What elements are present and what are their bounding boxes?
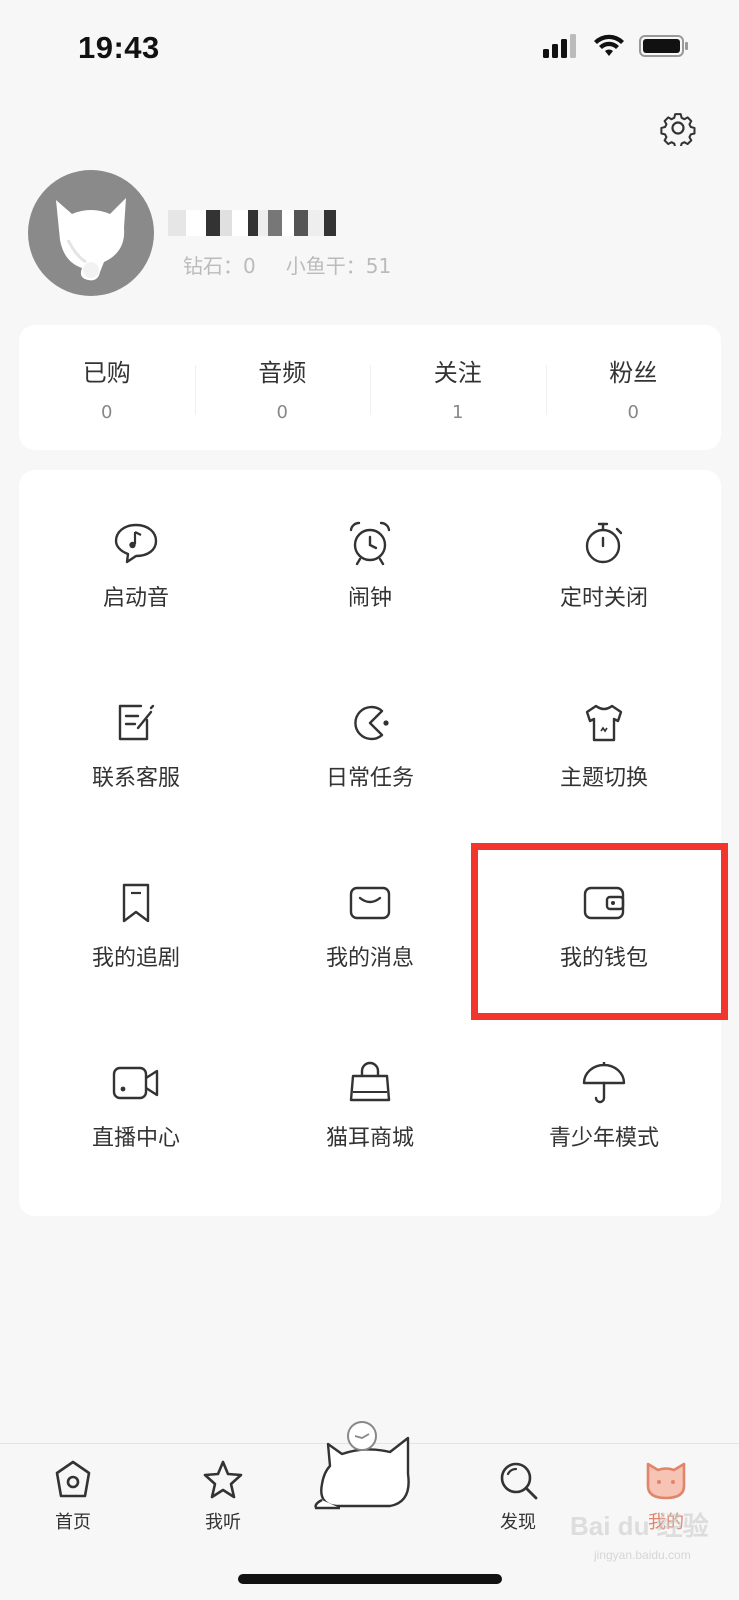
tab-label: 首页 xyxy=(55,1512,91,1533)
umbrella-icon xyxy=(582,1062,626,1104)
count-purchased[interactable]: 已购 0 xyxy=(19,353,195,423)
diamonds-count: 钻石：0 xyxy=(183,254,256,278)
pacman-icon xyxy=(354,705,389,741)
menu-label: 日常任务 xyxy=(325,766,414,791)
tab-label: 我听 xyxy=(205,1512,241,1533)
watermark: Bai du 经验 xyxy=(570,1511,709,1541)
gear-icon xyxy=(660,113,696,149)
edit-note-icon xyxy=(118,704,155,741)
count-value: 0 xyxy=(276,401,288,423)
wifi-icon xyxy=(594,34,624,56)
count-value: 0 xyxy=(627,401,639,423)
menu-item-teen-mode[interactable]: 青少年模式 xyxy=(487,1010,721,1190)
username-redacted xyxy=(168,210,336,236)
video-camera-icon xyxy=(112,1066,159,1100)
count-value: 0 xyxy=(101,401,113,423)
profile-header[interactable]: 钻石：0 小鱼干：51 xyxy=(28,170,728,300)
menu-label: 我的消息 xyxy=(325,946,414,971)
profile-stats: 钻石：0 小鱼干：51 xyxy=(183,250,391,279)
signal-icon xyxy=(543,34,576,58)
count-audio[interactable]: 音频 0 xyxy=(194,353,371,423)
shopping-bag-icon xyxy=(349,1061,391,1102)
status-icons xyxy=(543,34,689,58)
count-label: 关注 xyxy=(433,358,482,387)
tab-discover[interactable]: 发现 xyxy=(463,1458,573,1534)
menu-item-live-center[interactable]: 直播中心 xyxy=(19,1010,253,1190)
menu-item-my-series[interactable]: 我的追剧 xyxy=(19,830,253,1010)
avatar[interactable] xyxy=(28,170,154,296)
bookmark-icon xyxy=(122,883,150,923)
tab-home[interactable]: 首页 xyxy=(18,1458,128,1534)
home-icon xyxy=(55,1460,91,1498)
cat-avatar-icon xyxy=(56,198,126,281)
fish-count: 小鱼干：51 xyxy=(285,254,392,278)
cat-face-icon xyxy=(646,1462,686,1500)
count-following[interactable]: 关注 1 xyxy=(370,353,546,423)
sleeping-cat-icon xyxy=(314,1421,410,1510)
menu-label: 猫耳商城 xyxy=(325,1126,414,1151)
speech-bubble-music-icon xyxy=(114,523,158,564)
watermark-url: jingyan.baidu.com xyxy=(594,1548,691,1562)
count-label: 粉丝 xyxy=(609,358,658,387)
menu-item-my-messages[interactable]: 我的消息 xyxy=(253,830,487,1010)
search-icon xyxy=(500,1462,538,1500)
stopwatch-icon xyxy=(585,522,623,564)
status-time: 19:43 xyxy=(78,30,160,65)
menu-label: 启动音 xyxy=(102,586,169,611)
menu-item-startup-sound[interactable]: 启动音 xyxy=(19,470,253,650)
count-value: 1 xyxy=(452,401,464,423)
count-fans[interactable]: 粉丝 0 xyxy=(545,353,722,423)
menu-item-theme-switch[interactable]: 主题切换 xyxy=(487,650,721,830)
center-cat-button[interactable] xyxy=(310,1418,426,1514)
menu-label: 主题切换 xyxy=(559,766,648,791)
settings-button[interactable] xyxy=(660,110,696,149)
menu-label: 我的追剧 xyxy=(91,946,180,971)
highlight-annotation xyxy=(471,843,728,1020)
menu-item-sleep-timer[interactable]: 定时关闭 xyxy=(487,470,721,650)
menu-label: 直播中心 xyxy=(91,1126,180,1151)
tab-listening[interactable]: 我听 xyxy=(168,1458,278,1534)
menu-item-customer-service[interactable]: 联系客服 xyxy=(19,650,253,830)
menu-item-alarm[interactable]: 闹钟 xyxy=(253,470,487,650)
star-icon xyxy=(203,1460,243,1499)
menu-label: 闹钟 xyxy=(347,586,392,611)
battery-icon xyxy=(639,35,688,57)
tshirt-icon xyxy=(585,704,623,742)
menu-item-maoer-mall[interactable]: 猫耳商城 xyxy=(253,1010,487,1190)
menu-label: 联系客服 xyxy=(91,766,180,791)
tab-label: 发现 xyxy=(500,1512,536,1533)
alarm-clock-icon xyxy=(349,521,391,566)
home-indicator[interactable] xyxy=(238,1574,502,1584)
counts-card: 已购 0 音频 0 关注 1 粉丝 0 xyxy=(19,325,721,450)
count-label: 已购 xyxy=(82,358,131,387)
menu-label: 青少年模式 xyxy=(548,1126,659,1151)
menu-item-daily-tasks[interactable]: 日常任务 xyxy=(253,650,487,830)
count-label: 音频 xyxy=(258,358,307,387)
message-box-icon xyxy=(349,886,391,920)
menu-label: 定时关闭 xyxy=(559,586,648,611)
status-bar: 19:43 xyxy=(0,0,739,96)
